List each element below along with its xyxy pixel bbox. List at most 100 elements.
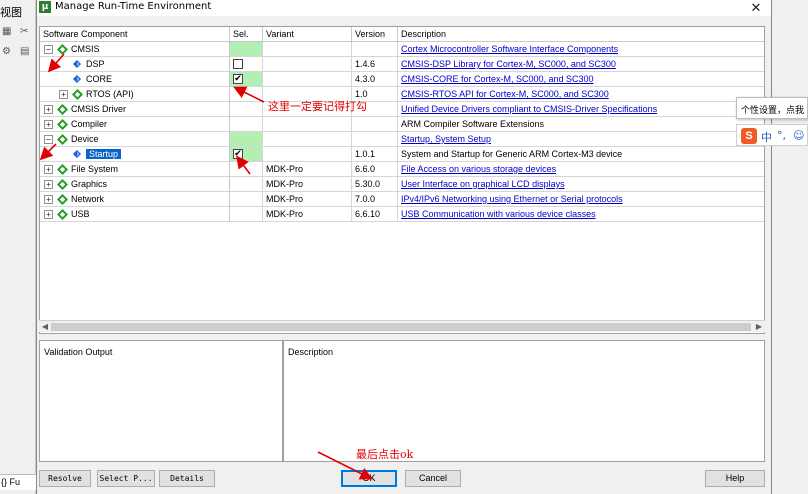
sel-cell[interactable]: ✔: [230, 147, 263, 162]
description-cell[interactable]: File Access on various storage devices: [398, 162, 764, 177]
column-header-component[interactable]: Software Component: [40, 27, 230, 42]
description-link[interactable]: User Interface on graphical LCD displays: [401, 179, 565, 189]
select-checkbox[interactable]: ✔: [233, 149, 243, 159]
select-checkbox[interactable]: ✔: [233, 74, 243, 84]
component-name-cell[interactable]: + Graphics: [40, 177, 230, 192]
description-link[interactable]: Cortex Microcontroller Software Interfac…: [401, 44, 618, 54]
description-cell[interactable]: Cortex Microcontroller Software Interfac…: [398, 42, 764, 57]
close-button[interactable]: ✕: [743, 0, 769, 16]
component-name-cell[interactable]: Startup: [40, 147, 230, 162]
expand-icon[interactable]: +: [44, 165, 53, 174]
ime-mode-toggle[interactable]: 中: [761, 129, 772, 145]
variant-cell[interactable]: [263, 147, 352, 162]
component-name-cell[interactable]: − CMSIS: [40, 42, 230, 57]
ide-toolbar-icon[interactable]: ▤: [20, 46, 29, 57]
component-name-cell[interactable]: + CMSIS Driver: [40, 102, 230, 117]
variant-cell[interactable]: [263, 72, 352, 87]
component-row[interactable]: + Network MDK-Pro 7.0.0 IPv4/IPv6 Networking…: [40, 192, 764, 207]
help-button[interactable]: Help: [705, 470, 765, 487]
description-cell[interactable]: USB Communication with various device cl…: [398, 207, 764, 222]
description-link[interactable]: Startup, System Setup: [401, 134, 491, 144]
description-link[interactable]: CMSIS-DSP Library for Cortex-M, SC000, a…: [401, 59, 616, 69]
variant-cell[interactable]: MDK-Pro: [263, 177, 352, 192]
sel-cell[interactable]: [230, 57, 263, 72]
sel-cell[interactable]: [230, 192, 263, 207]
component-name-label[interactable]: Network: [71, 194, 104, 204]
component-name-label[interactable]: File System: [71, 164, 118, 174]
column-header-version[interactable]: Version: [352, 27, 398, 42]
variant-cell[interactable]: [263, 57, 352, 72]
ok-button[interactable]: OK: [341, 470, 397, 487]
collapse-icon[interactable]: −: [44, 45, 53, 54]
ime-toolbar[interactable]: S 中 °, ☺: [736, 124, 808, 146]
sel-cell[interactable]: [230, 117, 263, 132]
description-link[interactable]: USB Communication with various device cl…: [401, 209, 596, 219]
sogou-logo-icon[interactable]: S: [741, 128, 757, 144]
description-link[interactable]: File Access on various storage devices: [401, 164, 556, 174]
component-name-label[interactable]: CORE: [86, 74, 112, 84]
ide-toolbar-icon[interactable]: ▦: [2, 26, 11, 37]
description-cell[interactable]: Unified Device Drivers compliant to CMSI…: [398, 102, 764, 117]
sel-cell[interactable]: [230, 207, 263, 222]
component-name-label[interactable]: DSP: [86, 59, 105, 69]
ide-toolbar-icon[interactable]: ✂: [20, 26, 28, 37]
description-cell[interactable]: CMSIS-DSP Library for Cortex-M, SC000, a…: [398, 57, 764, 72]
component-row[interactable]: + CMSIS Driver Unified Device Drivers comp…: [40, 102, 764, 117]
component-name-cell[interactable]: + USB: [40, 207, 230, 222]
description-cell[interactable]: IPv4/IPv6 Networking using Ethernet or S…: [398, 192, 764, 207]
sel-cell[interactable]: [230, 162, 263, 177]
expand-icon[interactable]: +: [44, 180, 53, 189]
component-name-cell[interactable]: CORE: [40, 72, 230, 87]
ide-toolbar-icon[interactable]: ⚙: [2, 46, 11, 57]
description-link[interactable]: Unified Device Drivers compliant to CMSI…: [401, 104, 657, 114]
ide-functions-tab[interactable]: {} Fu: [0, 474, 36, 490]
expand-icon[interactable]: +: [59, 90, 68, 99]
resolve-button[interactable]: Resolve: [39, 470, 91, 487]
scrollbar-thumb[interactable]: [51, 323, 751, 331]
cancel-button[interactable]: Cancel: [405, 470, 461, 487]
component-name-cell[interactable]: + RTOS (API): [40, 87, 230, 102]
expand-icon[interactable]: +: [44, 195, 53, 204]
component-name-cell[interactable]: + Compiler: [40, 117, 230, 132]
variant-cell[interactable]: MDK-Pro: [263, 192, 352, 207]
component-name-label[interactable]: Device: [71, 134, 99, 144]
scroll-right-icon[interactable]: ▶: [753, 321, 765, 333]
description-link[interactable]: CMSIS-CORE for Cortex-M, SC000, and SC30…: [401, 74, 594, 84]
horizontal-scrollbar[interactable]: ◀ ▶: [39, 320, 765, 332]
component-row[interactable]: CORE ✔ 4.3.0 CMSIS-CORE for Cortex-M, SC000…: [40, 72, 764, 87]
dialog-titlebar[interactable]: µ Manage Run-Time Environment ✕: [37, 0, 771, 16]
column-header-sel[interactable]: Sel.: [230, 27, 263, 42]
description-link[interactable]: IPv4/IPv6 Networking using Ethernet or S…: [401, 194, 623, 204]
component-row[interactable]: + USB MDK-Pro 6.6.10 USB Communication with …: [40, 207, 764, 222]
scroll-left-icon[interactable]: ◀: [39, 321, 51, 333]
component-name-label[interactable]: Startup: [86, 149, 122, 159]
description-link[interactable]: CMSIS-RTOS API for Cortex-M, SC000, and …: [401, 89, 609, 99]
variant-cell[interactable]: [263, 117, 352, 132]
sel-cell[interactable]: [230, 87, 263, 102]
component-row[interactable]: − Device Startup, System Setup: [40, 132, 764, 147]
component-name-cell[interactable]: + Network: [40, 192, 230, 207]
component-name-label[interactable]: CMSIS Driver: [71, 104, 126, 114]
variant-cell[interactable]: MDK-Pro: [263, 162, 352, 177]
collapse-icon[interactable]: −: [44, 135, 53, 144]
component-name-cell[interactable]: + File System: [40, 162, 230, 177]
component-name-label[interactable]: Graphics: [71, 179, 107, 189]
expand-icon[interactable]: +: [44, 105, 53, 114]
expand-icon[interactable]: +: [44, 120, 53, 129]
column-header-description[interactable]: Description: [398, 27, 764, 42]
select-checkbox[interactable]: [233, 59, 243, 69]
component-row[interactable]: Startup ✔ 1.0.1 System and Startup for Gene…: [40, 147, 764, 162]
sel-cell[interactable]: ✔: [230, 72, 263, 87]
component-name-label[interactable]: Compiler: [71, 119, 107, 129]
description-cell[interactable]: Startup, System Setup: [398, 132, 764, 147]
variant-cell[interactable]: [263, 42, 352, 57]
column-header-variant[interactable]: Variant: [263, 27, 352, 42]
component-name-label[interactable]: RTOS (API): [86, 89, 134, 99]
select-packs-button[interactable]: Select P...: [97, 470, 155, 487]
component-row[interactable]: − CMSIS Cortex Microcontroller Software In…: [40, 42, 764, 57]
details-button[interactable]: Details: [159, 470, 215, 487]
description-cell[interactable]: CMSIS-RTOS API for Cortex-M, SC000, and …: [398, 87, 764, 102]
ime-punct-toggle[interactable]: °,: [777, 129, 786, 142]
component-row[interactable]: + File System MDK-Pro 6.6.0 File Access on v…: [40, 162, 764, 177]
sel-cell[interactable]: [230, 42, 263, 57]
